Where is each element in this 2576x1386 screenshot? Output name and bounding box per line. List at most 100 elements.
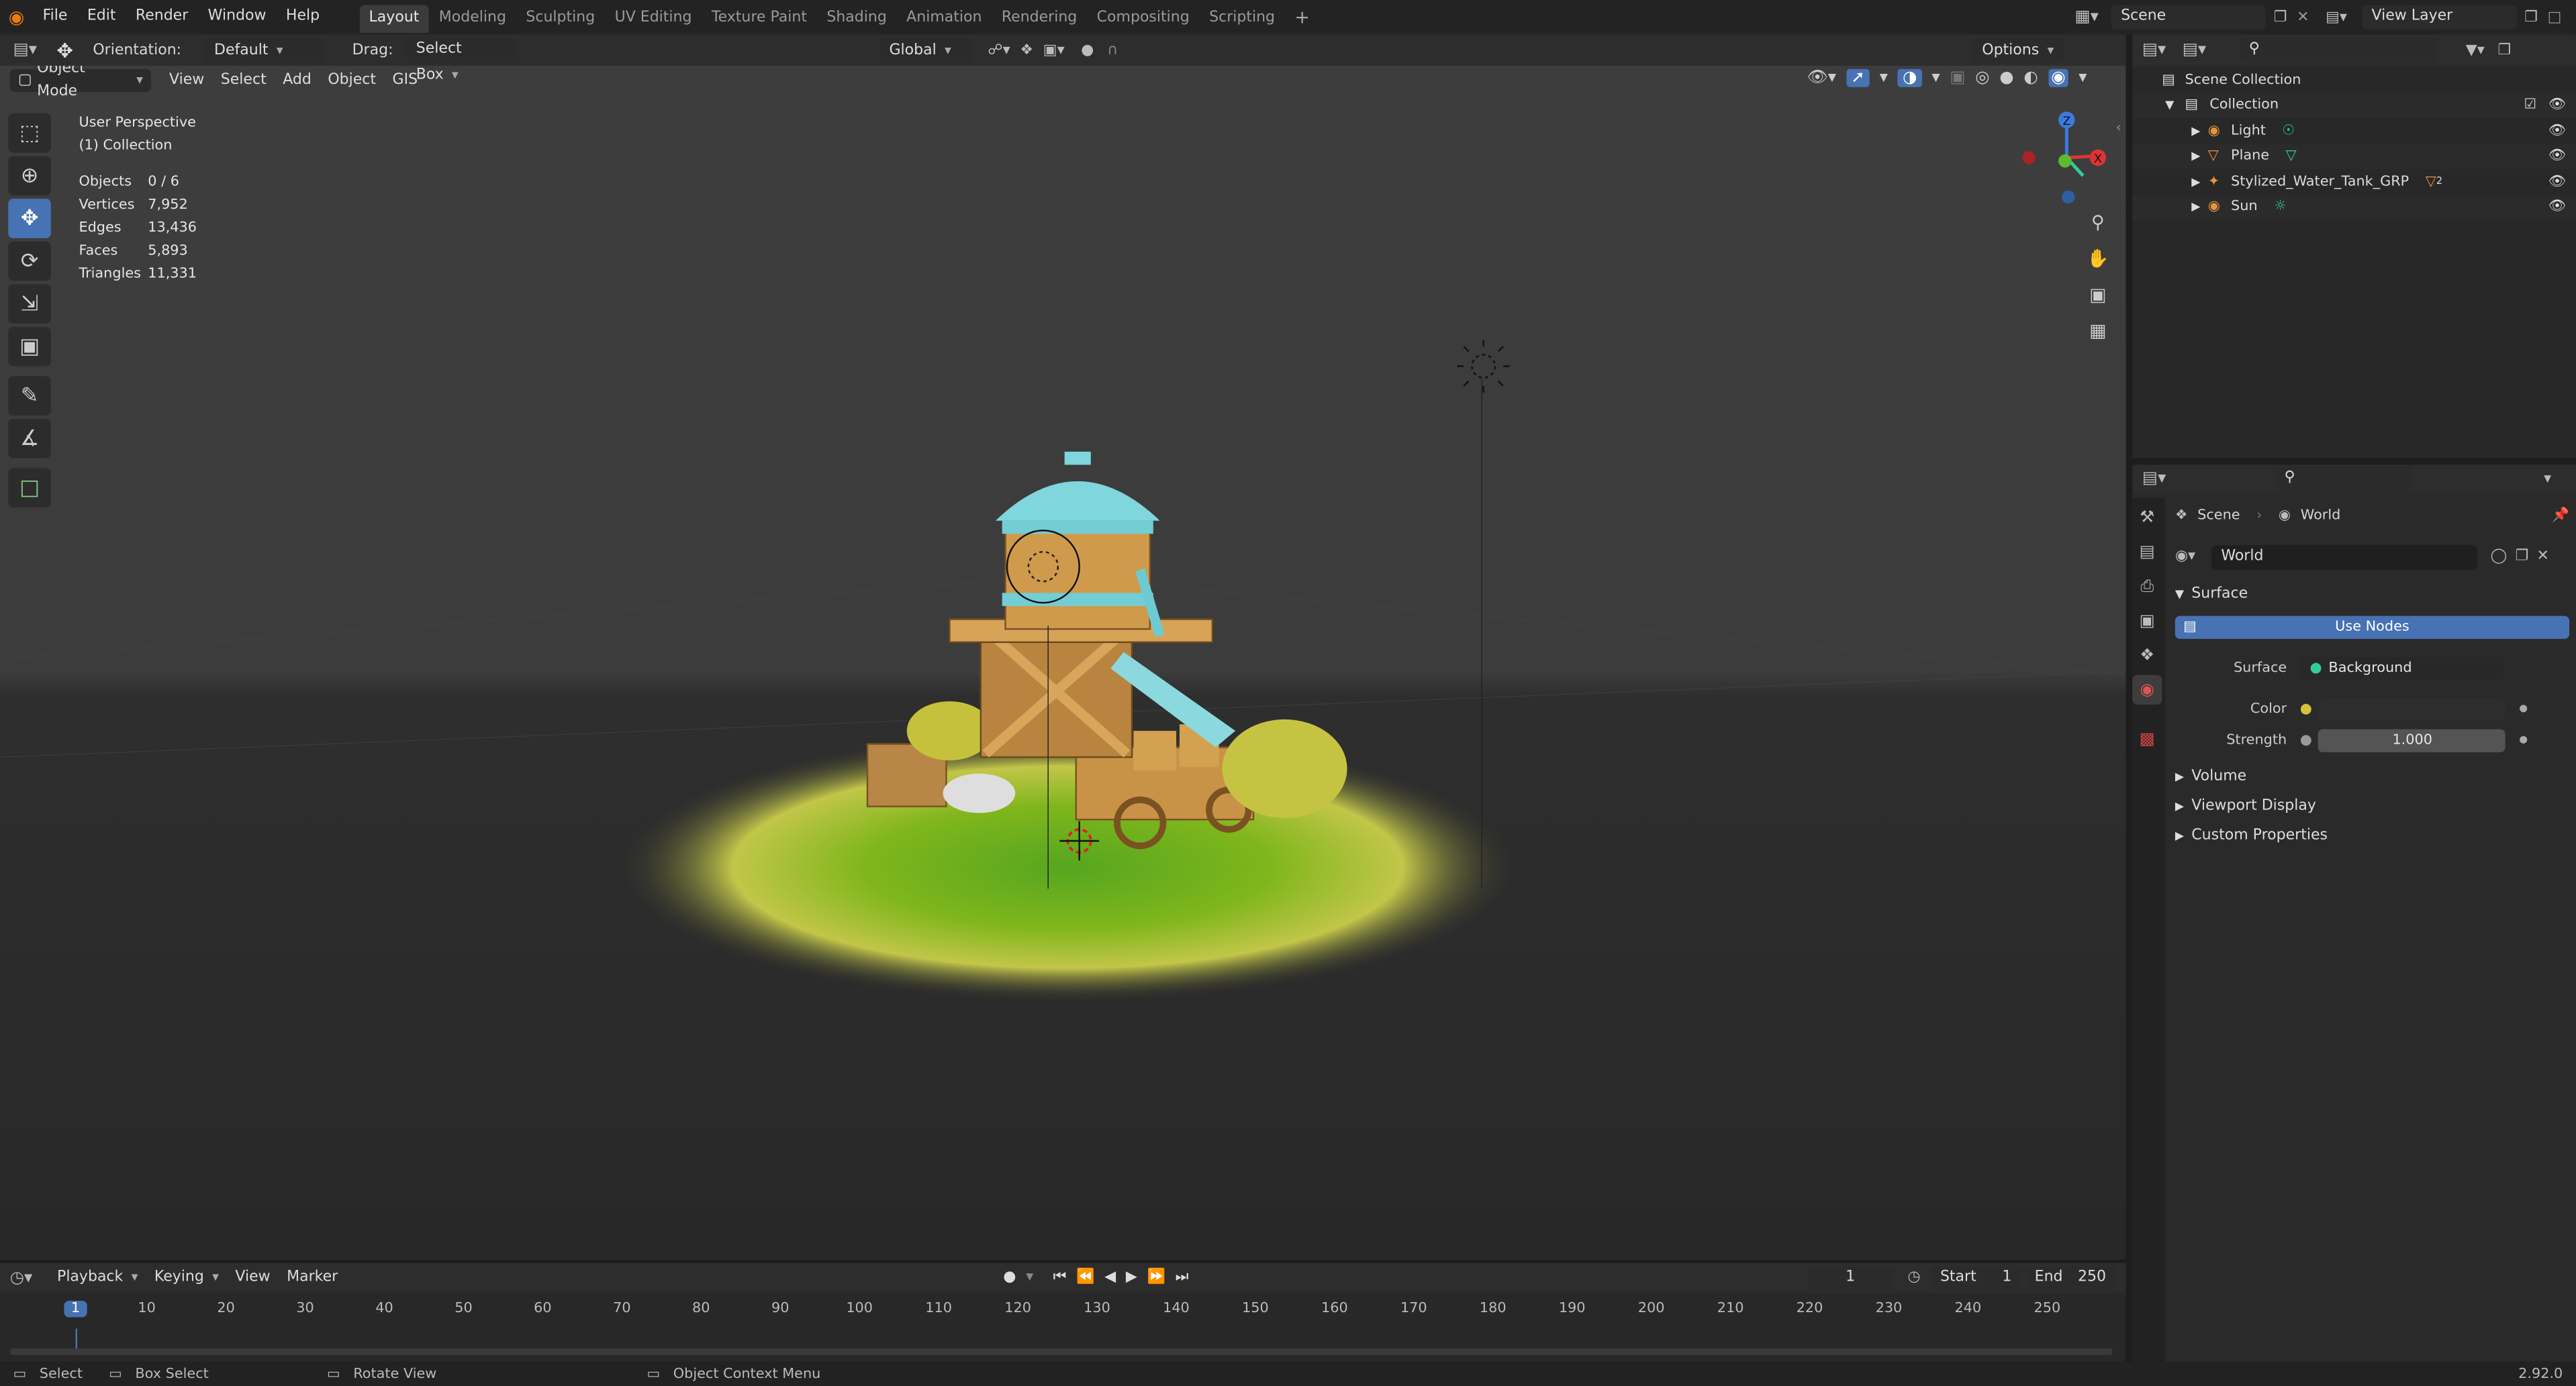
view-layer-tab-icon[interactable]: ▣	[2132, 606, 2162, 636]
delete-scene-icon[interactable]: ✕	[2297, 9, 2309, 25]
use-nodes-button[interactable]: ▤ Use Nodes	[2175, 615, 2570, 639]
frame-ruler[interactable]: 1 10 20 30 40 50 60 70 80 90 100 110 120 130 140 150 160…	[0, 1263, 2126, 1362]
wireframe-shading-icon[interactable]: ◎	[1975, 69, 1989, 87]
viewport-menu-add[interactable]: Add	[275, 69, 320, 92]
light-visibility-icon[interactable]: 👁	[2548, 123, 2566, 139]
add-cube-tool-icon[interactable]: □	[8, 468, 51, 508]
menu-help[interactable]: Help	[276, 0, 330, 34]
expand-plane-icon[interactable]: ▶	[2191, 150, 2207, 163]
add-workspace-icon[interactable]: +	[1285, 7, 1320, 28]
menu-window[interactable]: Window	[198, 0, 276, 34]
properties-search-input[interactable]: ⚲	[2274, 466, 2413, 491]
perspective-toggle-icon[interactable]: ▦	[2083, 315, 2113, 345]
display-mode-icon[interactable]: ▤▾	[2183, 41, 2206, 59]
drag-dropdown[interactable]: Select Box	[406, 38, 515, 84]
view-layer-icon[interactable]: ▤▾	[2326, 9, 2362, 25]
proportional-edit-icon[interactable]: ●	[1081, 42, 1094, 58]
texture-tab-icon[interactable]: ▩	[2132, 724, 2162, 754]
properties-editor-icon[interactable]: ▤▾	[2142, 470, 2166, 488]
viewport-menu-view[interactable]: View	[161, 69, 213, 92]
scene-icon[interactable]: ▦▾	[2075, 8, 2111, 26]
outliner-collection[interactable]: ▼ ▤ Collection ☑ 👁	[2132, 93, 2576, 119]
gizmo-toggle-icon[interactable]: ➚	[1846, 68, 1870, 87]
object-mode-dropdown[interactable]: ▢ Object Mode	[9, 61, 152, 100]
sun-visibility-icon[interactable]: 👁	[2548, 199, 2566, 215]
world-browse-icon[interactable]: ◉▾	[2175, 548, 2211, 564]
color-swatch[interactable]	[2318, 697, 2506, 721]
outliner-scene-collection[interactable]: ▤ Scene Collection	[2132, 67, 2576, 93]
render-tab-icon[interactable]: ▤	[2132, 537, 2162, 566]
plane-visibility-icon[interactable]: 👁	[2548, 148, 2566, 164]
expand-collection-icon[interactable]: ▼	[2165, 99, 2185, 112]
tab-animation[interactable]: Animation	[896, 5, 992, 33]
strength-field[interactable]: 1.000	[2318, 728, 2506, 752]
overlays-toggle-icon[interactable]: ◑	[1897, 68, 1922, 87]
visibility-filter-icon[interactable]: 👁▾	[1807, 69, 1836, 87]
camera-view-icon[interactable]: ▣	[2083, 279, 2113, 309]
new-view-layer-icon[interactable]: ❐	[2524, 9, 2538, 25]
zoom-icon[interactable]: ⚲	[2083, 207, 2113, 236]
tab-modeling[interactable]: Modeling	[429, 5, 516, 33]
world-tab-icon[interactable]: ◉	[2132, 675, 2162, 705]
surface-panel-header[interactable]: ▼ Surface	[2175, 580, 2569, 609]
xray-toggle-icon[interactable]: ▣	[1950, 69, 1965, 87]
sun-light-icon[interactable]	[1457, 340, 1510, 393]
snap-icon[interactable]: ❖	[1020, 42, 1033, 58]
tab-layout[interactable]: Layout	[359, 5, 430, 33]
tank-children-icon[interactable]: ▽	[2426, 174, 2436, 190]
gizmo-dropdown-icon[interactable]: ▾	[1880, 69, 1888, 87]
view-layer-field[interactable]: View Layer	[2361, 5, 2516, 30]
solid-shading-icon[interactable]: ●	[1999, 69, 2013, 87]
pivot-point-icon[interactable]: ☍▾	[988, 42, 1010, 58]
custom-properties-panel-header[interactable]: ▶ Custom Properties	[2175, 822, 2569, 851]
transform-orientation-dropdown[interactable]: Global	[879, 38, 971, 62]
outliner-item-water-tank[interactable]: ▶ ✦ Stylized_Water_Tank_GRP ▽ 2 👁	[2132, 169, 2576, 195]
tab-texture-paint[interactable]: Texture Paint	[702, 5, 816, 33]
snap-target-icon[interactable]: ▣▾	[1043, 42, 1065, 58]
rendered-shading-icon[interactable]: ◉	[2048, 68, 2069, 87]
tab-sculpting[interactable]: Sculpting	[516, 5, 605, 33]
move-tool-icon[interactable]: ✥	[8, 199, 51, 238]
menu-render[interactable]: Render	[126, 0, 198, 34]
pin-icon[interactable]: 📌	[2552, 507, 2569, 524]
properties-options-icon[interactable]: ▾	[2544, 471, 2551, 487]
3d-viewport[interactable]: ▢Object Mode View Select Add Object GIS …	[0, 34, 2126, 1260]
world-name-field[interactable]: World	[2211, 544, 2478, 569]
timeline-scrollbar[interactable]	[9, 1348, 2113, 1355]
menu-file[interactable]: File	[33, 0, 77, 34]
scale-tool-icon[interactable]: ⇲	[8, 284, 51, 324]
color-keyframe-icon[interactable]: ●	[2519, 703, 2528, 714]
overlays-dropdown-icon[interactable]: ▾	[1931, 69, 1940, 87]
unlink-world-icon[interactable]: ✕	[2537, 548, 2549, 564]
sidebar-toggle-icon[interactable]: ‹	[2116, 120, 2121, 135]
viewport-menu-select[interactable]: Select	[213, 69, 275, 92]
tab-shading[interactable]: Shading	[817, 5, 897, 33]
outliner-editor-icon[interactable]: ▤▾	[2142, 41, 2166, 59]
expand-tank-icon[interactable]: ▶	[2191, 175, 2207, 189]
scene-name-field[interactable]: Scene	[2111, 5, 2266, 30]
material-shading-icon[interactable]: ◐	[2023, 69, 2038, 87]
expand-sun-icon[interactable]: ▶	[2191, 201, 2207, 214]
tab-scripting[interactable]: Scripting	[1199, 5, 1284, 33]
orientation-dropdown[interactable]: Default	[204, 38, 326, 62]
fake-user-icon[interactable]: ◯	[2491, 548, 2508, 564]
outliner-search-input[interactable]: ⚲	[2239, 38, 2436, 62]
scene-render[interactable]	[0, 34, 2126, 1259]
blender-logo-icon[interactable]: ◉	[0, 7, 33, 28]
expand-light-icon[interactable]: ▶	[2191, 124, 2207, 138]
measure-tool-icon[interactable]: ∡	[8, 418, 51, 458]
filter-icon[interactable]: ▼▾	[2466, 42, 2485, 58]
delete-view-layer-icon[interactable]: □	[2548, 9, 2562, 25]
editor-type-icon[interactable]: ▤▾	[13, 41, 37, 59]
tool-tab-icon[interactable]: ⚒	[2132, 503, 2162, 532]
outliner-item-light[interactable]: ▶ ◉ Light ☉ 👁	[2132, 118, 2576, 144]
shading-dropdown-icon[interactable]: ▾	[2079, 69, 2087, 87]
annotate-tool-icon[interactable]: ✎	[8, 376, 51, 416]
viewport-display-panel-header[interactable]: ▶ Viewport Display	[2175, 791, 2569, 821]
transform-tool-icon[interactable]: ▣	[8, 326, 51, 366]
menu-edit[interactable]: Edit	[77, 0, 126, 34]
cursor-tool-icon[interactable]: ⊕	[8, 156, 51, 196]
new-scene-icon[interactable]: ❐	[2274, 9, 2287, 25]
new-world-icon[interactable]: ❐	[2516, 548, 2529, 564]
viewport-menu-object[interactable]: Object	[320, 69, 384, 92]
